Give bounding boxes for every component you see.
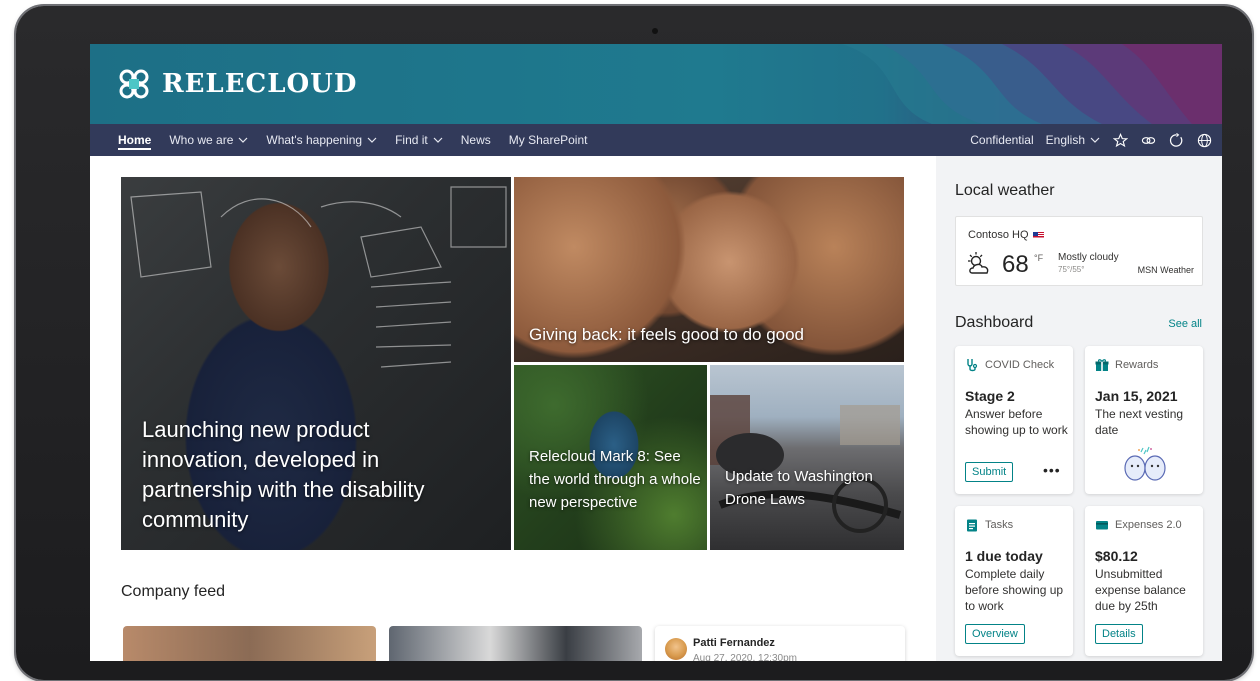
clipboard-icon — [967, 519, 977, 532]
chevron-down-icon — [1090, 137, 1100, 143]
expenses-card-text: Unsubmitted expense balance due by 25th — [1095, 567, 1186, 613]
site-logo[interactable]: RELECLOUD — [118, 68, 357, 100]
weather-card[interactable]: Contoso HQ 68 °F Mostly cloudy 75°/55° M… — [955, 216, 1203, 286]
see-all-link[interactable]: See all — [1168, 318, 1202, 330]
feed-card-image-2[interactable] — [389, 626, 642, 661]
nav-find-it-label: Find it — [395, 133, 428, 147]
hero-tile-drone-laws[interactable]: Update to Washington Drone Laws — [710, 365, 904, 550]
feed-card-post[interactable]: Patti Fernandez Aug 27, 2020, 12:30pm — [655, 626, 905, 661]
hero-kids-caption: Giving back: it feels good to do good — [529, 325, 805, 344]
nav-home[interactable]: Home — [118, 124, 152, 156]
covid-card-header: COVID Check — [985, 359, 1055, 371]
chevron-down-icon — [433, 137, 443, 143]
weather-source: MSN Weather — [1137, 265, 1194, 275]
hero-main-caption: Launching new product innovation, develo… — [142, 417, 425, 532]
overview-button[interactable]: Overview — [965, 624, 1025, 644]
weather-range: 75°/55° — [1058, 265, 1085, 274]
dashboard-title: Dashboard — [955, 314, 1034, 331]
hero-forest-caption: Relecloud Mark 8: See the world through … — [529, 448, 701, 511]
nav-find-it[interactable]: Find it — [395, 124, 443, 156]
language-label: English — [1045, 133, 1085, 147]
device-frame: RELECLOUD Home Who we are What's happeni… — [16, 6, 1252, 680]
tasks-card-due: 1 due today — [965, 548, 1043, 564]
credit-card-icon — [1096, 521, 1108, 530]
stethoscope-icon — [967, 359, 978, 372]
expenses-card-amount: $80.12 — [1095, 548, 1138, 564]
partly-cloudy-icon — [968, 252, 989, 274]
post-author: Patti Fernandez — [693, 637, 775, 649]
gift-icon — [1095, 359, 1109, 371]
dashboard-card-expenses[interactable]: Expenses 2.0 $80.12 Unsubmitted expense … — [1085, 506, 1203, 656]
dashboard-card-rewards[interactable]: Rewards Jan 15, 2021 The next vesting da… — [1085, 346, 1203, 494]
tasks-card-header: Tasks — [985, 519, 1014, 531]
weather-temperature: 68 — [1002, 251, 1029, 278]
banner-wave-art — [842, 44, 1222, 124]
details-button[interactable]: Details — [1095, 624, 1143, 644]
globe-icon[interactable] — [1196, 132, 1212, 148]
camera-dot — [652, 28, 658, 34]
screen: RELECLOUD Home Who we are What's happeni… — [90, 44, 1222, 661]
us-flag-icon — [1032, 231, 1044, 239]
relecloud-logo-icon — [119, 69, 149, 99]
more-options-icon[interactable]: ••• — [1043, 462, 1061, 478]
main-content: Launching new product innovation, develo… — [90, 156, 936, 661]
chevron-down-icon — [367, 137, 377, 143]
covid-card-text: Answer before showing up to work — [965, 407, 1068, 437]
post-date: Aug 27, 2020, 12:30pm — [693, 653, 797, 661]
submit-button[interactable]: Submit — [965, 462, 1014, 482]
nav-news-label: News — [460, 133, 491, 147]
nav-my-sharepoint[interactable]: My SharePoint — [509, 124, 588, 156]
chalkboard-art — [130, 186, 507, 368]
rewards-card-header: Rewards — [1115, 359, 1159, 371]
nav-whats-happening-label: What's happening — [266, 133, 363, 147]
weather-title: Local weather — [955, 182, 1055, 199]
nav-who-we-are-label: Who we are — [169, 133, 234, 147]
nav-home-label: Home — [118, 133, 152, 147]
hero-tile-product-innovation[interactable]: Launching new product innovation, develo… — [121, 177, 511, 550]
rewards-card-text: The next vesting date — [1095, 407, 1184, 437]
site-banner: RELECLOUD — [90, 44, 1222, 124]
site-name: RELECLOUD — [162, 69, 358, 99]
covid-card-status: Stage 2 — [965, 388, 1015, 404]
hero-tile-giving-back[interactable]: Giving back: it feels good to do good — [514, 177, 904, 362]
hero-tile-relecloud-mark8[interactable]: Relecloud Mark 8: See the world through … — [514, 365, 707, 550]
top-navigation: Home Who we are What's happening Find it… — [90, 124, 1222, 156]
chevron-down-icon — [238, 137, 248, 143]
right-rail: Local weather Contoso HQ 68 °F Mostly cl… — [936, 156, 1222, 661]
feed-card-image-1[interactable] — [123, 626, 376, 661]
language-selector[interactable]: English — [1046, 133, 1100, 147]
dashboard-card-tasks[interactable]: Tasks 1 due today Complete daily before … — [955, 506, 1073, 656]
nav-my-sharepoint-label: My SharePoint — [508, 133, 588, 147]
nav-who-we-are[interactable]: Who we are — [169, 124, 248, 156]
star-icon[interactable] — [1112, 132, 1128, 148]
weather-condition: Mostly cloudy — [1058, 252, 1119, 263]
hero-section: Launching new product innovation, develo… — [121, 177, 904, 550]
nav-whats-happening[interactable]: What's happening — [266, 124, 377, 156]
avatar — [665, 638, 687, 660]
rewards-card-date: Jan 15, 2021 — [1095, 388, 1178, 404]
drone-photo-art — [710, 395, 902, 533]
weather-location: Contoso HQ — [968, 229, 1029, 241]
share-link-icon[interactable] — [1140, 132, 1156, 148]
tasks-card-text: Complete daily before showing up to work — [965, 567, 1064, 613]
refresh-icon[interactable] — [1168, 132, 1184, 148]
company-feed-title: Company feed — [121, 583, 226, 600]
celebration-illustration-icon — [1124, 446, 1166, 481]
confidential-label[interactable]: Confidential — [970, 133, 1033, 147]
dashboard-card-covid[interactable]: COVID Check Stage 2 Answer before showin… — [955, 346, 1073, 494]
nav-news[interactable]: News — [461, 124, 491, 156]
expenses-card-header: Expenses 2.0 — [1115, 519, 1182, 531]
weather-unit: °F — [1034, 253, 1044, 263]
hero-drone-caption: Update to Washington Drone Laws — [725, 468, 873, 508]
